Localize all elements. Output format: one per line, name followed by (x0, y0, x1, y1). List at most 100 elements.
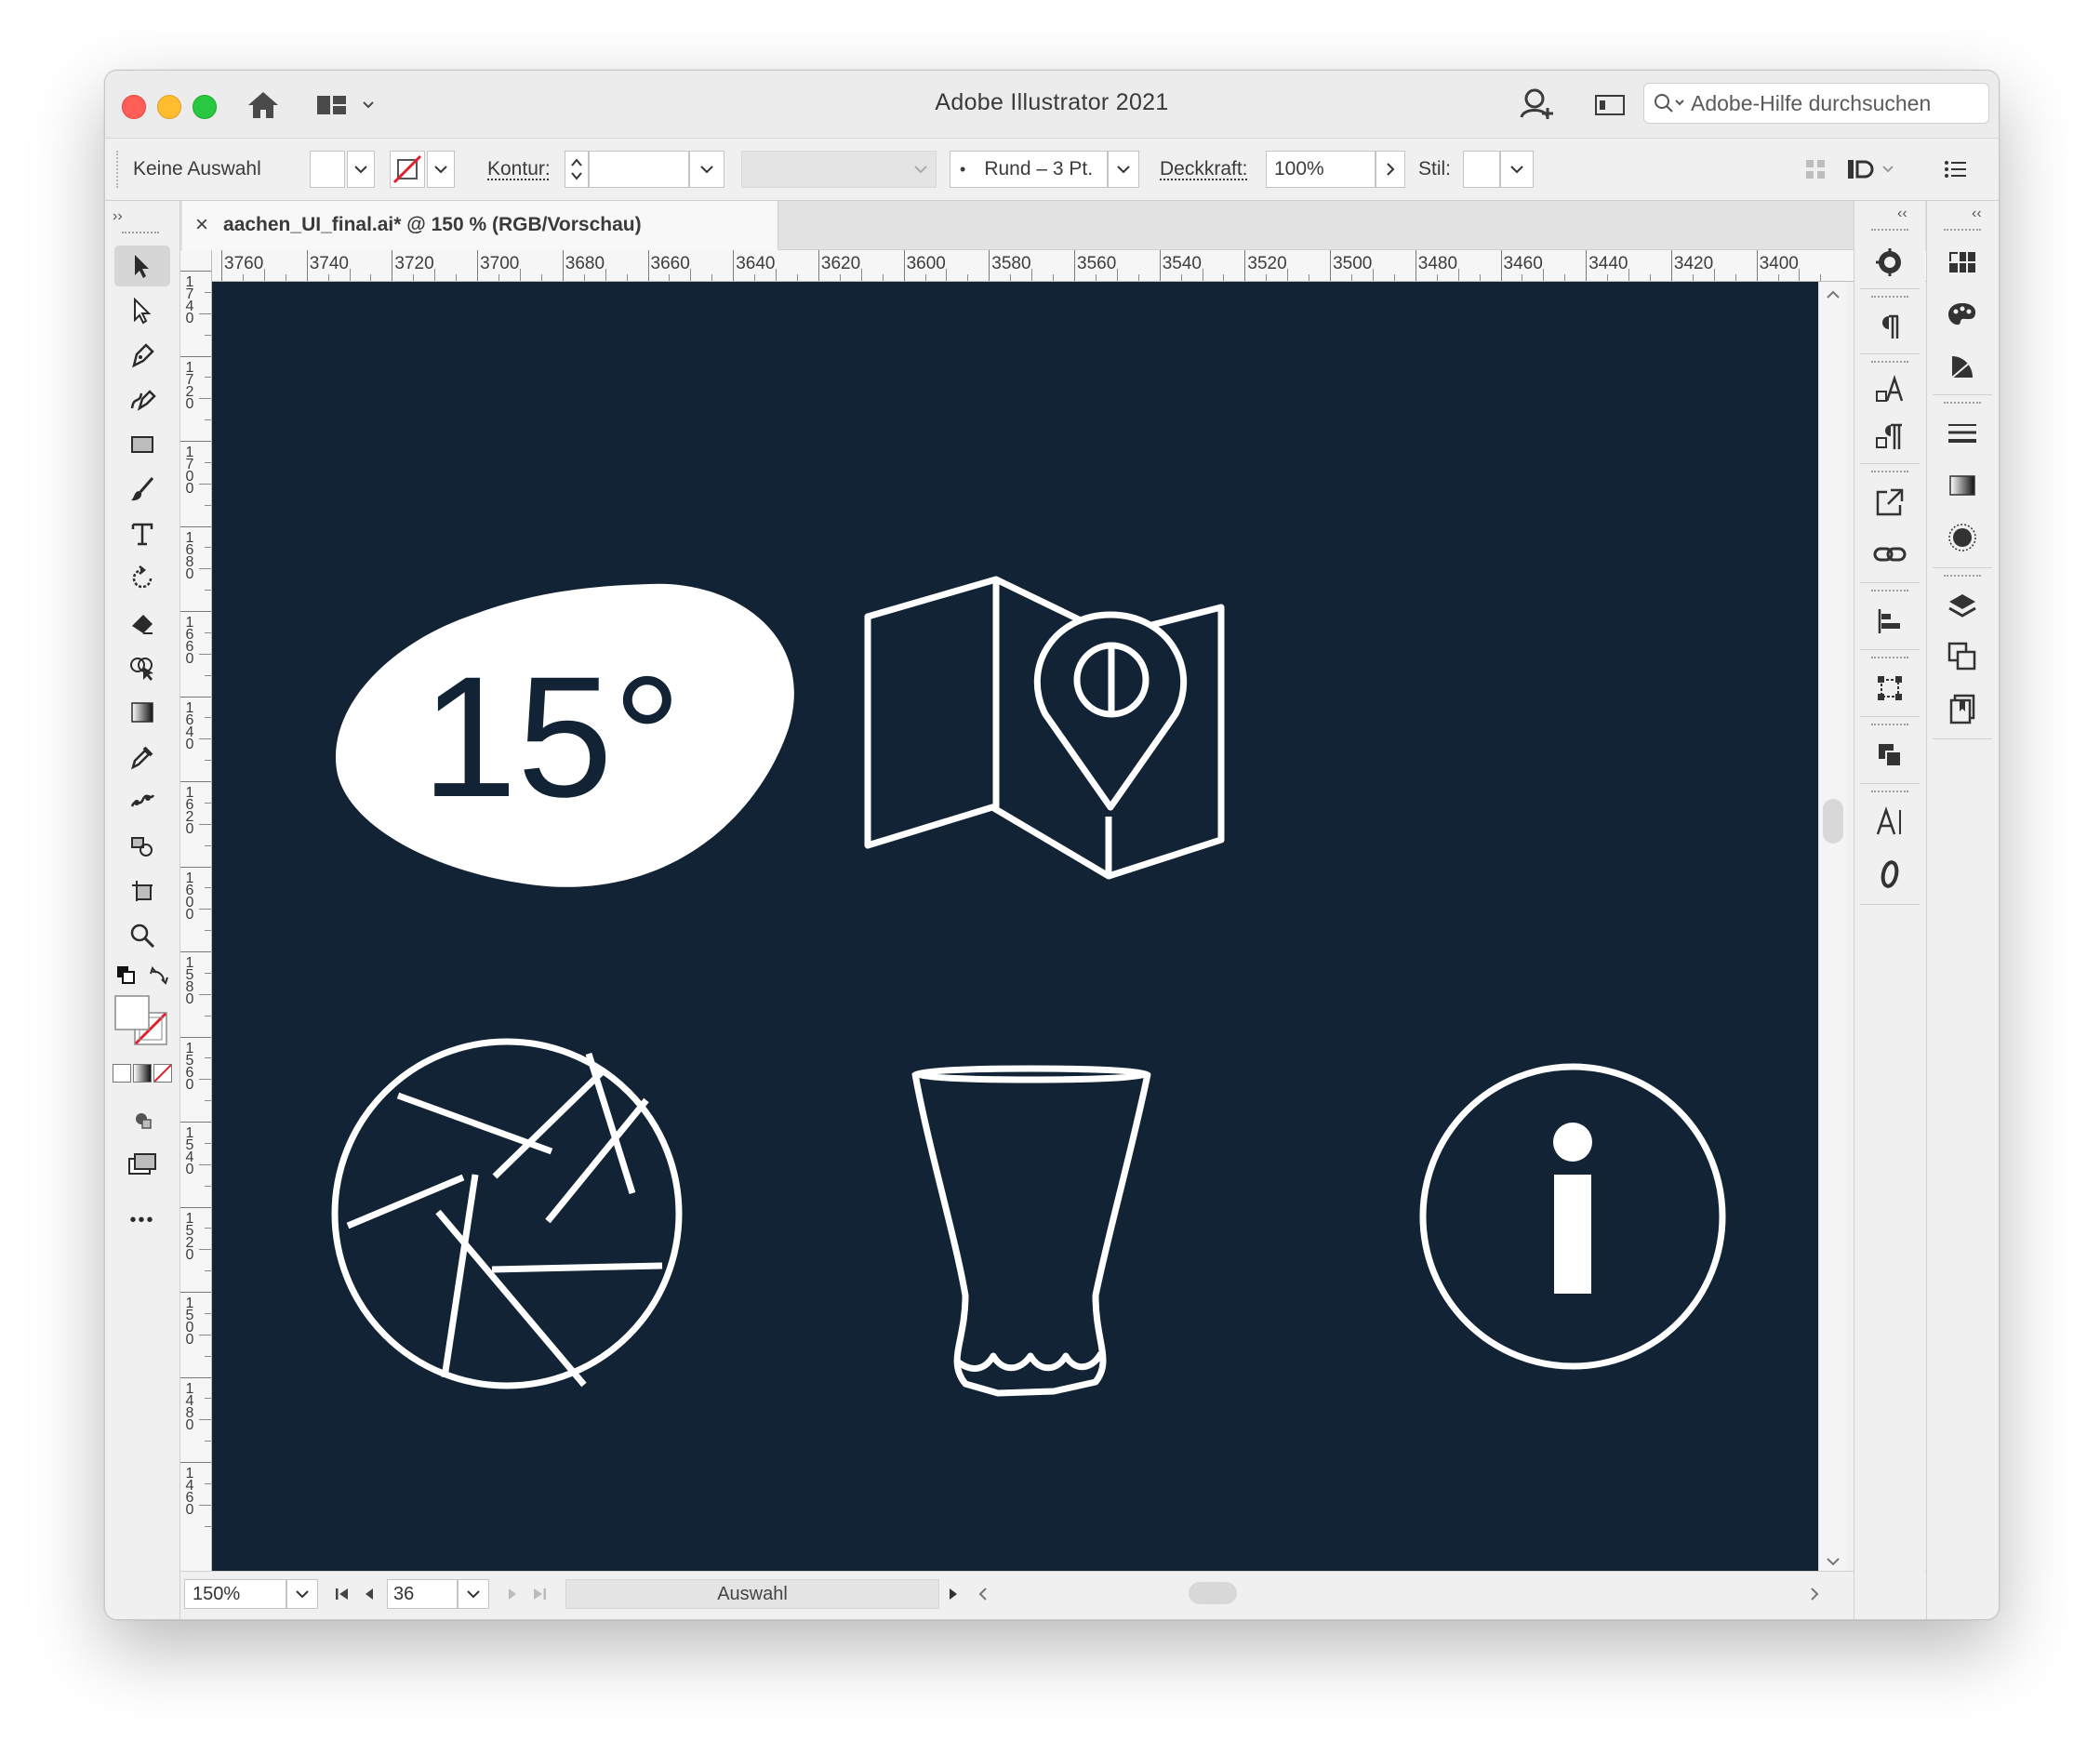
type-tool-button[interactable] (114, 513, 170, 554)
eraser-tool-button[interactable] (114, 603, 170, 644)
asset-export-panel-button[interactable] (1936, 686, 1988, 731)
pen-tool-button[interactable] (114, 335, 170, 376)
control-bar-grip[interactable] (116, 151, 120, 188)
panel-group-grip[interactable] (1871, 471, 1908, 476)
symbol-sprayer-tool-button[interactable] (114, 826, 170, 867)
close-tab-icon[interactable]: × (195, 212, 208, 238)
collapse-panels-button-secondary[interactable]: ‹‹ (1972, 206, 1982, 222)
scroll-right-icon[interactable] (1808, 1587, 1821, 1601)
user-share-icon[interactable] (1517, 86, 1558, 123)
artboard-canvas[interactable]: 15° (212, 282, 1818, 1571)
graphic-style-dropdown[interactable] (1500, 151, 1534, 188)
stroke-dropdown[interactable] (427, 151, 455, 188)
brush-dropdown[interactable] (1108, 151, 1139, 188)
align-grid-icon[interactable] (1801, 151, 1829, 188)
swatches-panel-button[interactable] (1936, 240, 1988, 285)
swap-fill-stroke-button[interactable] (144, 962, 174, 988)
aperture-icon[interactable] (331, 1038, 683, 1389)
curvature-tool-button[interactable] (114, 379, 170, 420)
artboard-number-field[interactable]: 36 (387, 1579, 458, 1609)
transform-panel-button[interactable] (1864, 666, 1916, 711)
character-styles-panel-button[interactable] (1864, 368, 1916, 413)
arrange-documents-icon[interactable] (1591, 91, 1628, 119)
layers-panel-button[interactable] (1936, 584, 1988, 629)
brushes-panel-button[interactable] (1936, 292, 1988, 337)
panel-group-grip[interactable] (1944, 402, 1981, 407)
maximize-window-button[interactable] (193, 95, 217, 119)
gradient-tool-button[interactable] (114, 692, 170, 733)
home-icon[interactable] (243, 89, 284, 121)
temperature-badge-graphic[interactable]: 15° (335, 583, 794, 887)
symbols-panel-button[interactable] (1936, 344, 1988, 389)
next-artboard-button[interactable] (500, 1579, 525, 1609)
transparency-panel-button[interactable] (1936, 515, 1988, 560)
stroke-panel-button[interactable] (1936, 411, 1988, 456)
stroke-weight-stepper[interactable] (565, 151, 589, 188)
zoom-tool-button[interactable] (114, 915, 170, 956)
blend-tool-button[interactable] (114, 781, 170, 822)
rotate-tool-button[interactable] (114, 558, 170, 599)
glass-icon[interactable] (911, 1065, 1151, 1397)
panel-group-grip[interactable] (1871, 590, 1908, 595)
paintbrush-tool-button[interactable] (114, 469, 170, 510)
paragraph-styles-panel-button[interactable] (1864, 305, 1916, 350)
eyedropper-tool-button[interactable] (114, 737, 170, 777)
color-mode-button[interactable] (113, 1064, 131, 1083)
toolbar-grip[interactable] (122, 232, 159, 237)
fill-dropdown[interactable] (347, 151, 375, 188)
horizontal-ruler[interactable]: 3760 3740 3720 3700 3680 3660 3640 3620 3600 3580… (212, 250, 1937, 282)
screen-mode-button[interactable] (114, 1144, 170, 1185)
stroke-weight-input[interactable] (589, 151, 689, 188)
panel-group-grip[interactable] (1871, 724, 1908, 729)
opentype-panel-button[interactable] (1864, 852, 1916, 897)
variable-width-profile-dropdown[interactable] (741, 151, 937, 188)
graphic-style-swatch[interactable] (1463, 151, 1500, 188)
collapse-panels-button[interactable]: ‹‹ (1897, 206, 1907, 222)
panel-group-grip[interactable] (1944, 575, 1981, 580)
opacity-input[interactable]: 100% (1266, 151, 1376, 188)
direct-selection-tool-button[interactable] (114, 290, 170, 331)
previous-artboard-button[interactable] (357, 1579, 381, 1609)
document-tab[interactable]: × aachen_UI_final.ai* @ 150 % (RGB/Vorsc… (182, 201, 778, 250)
opacity-slider-button[interactable] (1376, 151, 1405, 188)
scroll-down-icon[interactable] (1824, 1556, 1842, 1567)
scroll-left-icon[interactable] (977, 1587, 990, 1601)
stroke-swatch[interactable] (390, 151, 425, 188)
artboard-dropdown[interactable] (458, 1579, 489, 1609)
artboard-tool-button[interactable] (114, 870, 170, 911)
zoom-dropdown[interactable] (286, 1579, 318, 1609)
character-panel-button[interactable] (1864, 800, 1916, 844)
fill-stroke-indicator[interactable] (113, 994, 172, 1050)
export-asset-panel-button[interactable] (1864, 480, 1916, 525)
panel-group-grip[interactable] (1944, 229, 1981, 234)
last-artboard-button[interactable] (526, 1579, 552, 1609)
brush-definition-field[interactable]: • Rund – 3 Pt. (950, 151, 1108, 188)
paragraph-panel-button[interactable] (1864, 415, 1916, 459)
selection-tool-button[interactable] (114, 246, 170, 286)
first-artboard-button[interactable] (329, 1579, 355, 1609)
isolate-mode-icon[interactable] (1846, 151, 1898, 188)
status-menu-button[interactable] (941, 1579, 965, 1609)
help-search-field[interactable]: Adobe-Hilfe durchsuchen (1643, 83, 1989, 124)
drawing-modes-button[interactable] (114, 1099, 170, 1140)
color-guide-panel-button[interactable] (1864, 240, 1916, 285)
vertical-scrollbar[interactable] (1818, 282, 1847, 1571)
rectangle-tool-button[interactable] (114, 424, 170, 465)
close-window-button[interactable] (122, 95, 146, 119)
pathfinder-panel-button[interactable] (1864, 733, 1916, 777)
edit-toolbar-button[interactable]: ••• (114, 1200, 170, 1241)
gradient-panel-button[interactable] (1936, 463, 1988, 508)
panel-group-grip[interactable] (1871, 791, 1908, 796)
horizontal-scroll-thumb[interactable] (1189, 1582, 1237, 1604)
map-pin-icon[interactable] (864, 576, 1225, 880)
minimize-window-button[interactable] (157, 95, 181, 119)
artboards-panel-button[interactable] (1936, 634, 1988, 679)
panel-group-grip[interactable] (1871, 657, 1908, 662)
vertical-ruler[interactable]: 1740 1720 1700 1680 1660 1640 1620 1600 1580 1560… (180, 250, 212, 1571)
gradient-mode-button[interactable] (133, 1064, 152, 1083)
zoom-level-field[interactable]: 150% (184, 1579, 286, 1609)
links-panel-button[interactable] (1864, 532, 1916, 577)
current-tool-status[interactable]: Auswahl (565, 1579, 939, 1609)
info-icon[interactable] (1419, 1063, 1726, 1370)
workspace-switcher-button[interactable] (315, 91, 380, 119)
